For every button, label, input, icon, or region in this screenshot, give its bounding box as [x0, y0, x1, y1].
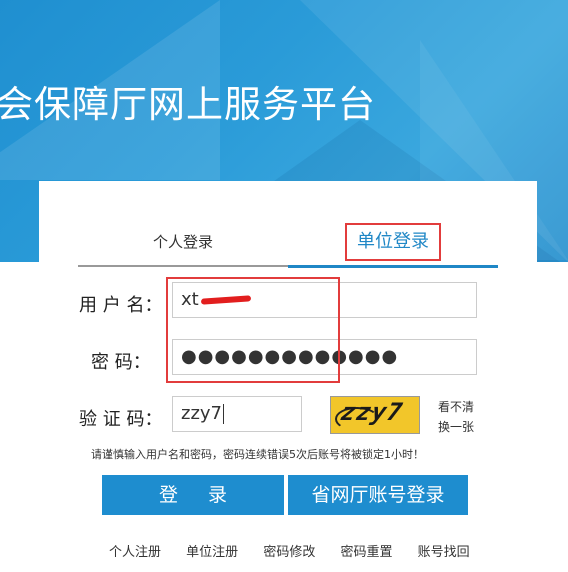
- password-label: 密 码：: [91, 352, 151, 373]
- tab-unit-label: 单位登录: [345, 223, 441, 261]
- tab-personal-login[interactable]: 个人登录: [78, 229, 288, 267]
- username-value: xt: [181, 289, 199, 310]
- captcha-label: 验 证 码：: [79, 409, 163, 430]
- redaction-mark: [200, 295, 251, 305]
- captcha-refresh-link[interactable]: 看不清 换一张: [436, 397, 476, 437]
- link-password-reset[interactable]: 密码重置: [340, 541, 392, 560]
- login-card: 个人登录 单位登录 用 户 名： xt 密 码： ●●●●●●●●●●●●● 验…: [39, 181, 537, 572]
- username-label: 用 户 名：: [79, 295, 163, 316]
- captcha-image-text: zzy7: [338, 398, 406, 426]
- password-value: ●●●●●●●●●●●●●: [181, 346, 399, 367]
- provincial-login-button[interactable]: 省网厅账号登录: [288, 475, 468, 515]
- link-personal-register[interactable]: 个人注册: [109, 541, 161, 560]
- login-button[interactable]: 登 录: [102, 475, 284, 515]
- tab-unit-login[interactable]: 单位登录: [288, 223, 498, 268]
- footer-links: 个人注册 单位注册 密码修改 密码重置 账号找回: [109, 541, 537, 560]
- captcha-value: zzy7: [181, 403, 223, 424]
- username-input[interactable]: xt: [172, 282, 477, 318]
- link-password-change[interactable]: 密码修改: [263, 541, 315, 560]
- login-notice: 请谨慎输入用户名和密码，密码连续错误5次后账号将被锁定1小时！: [91, 448, 424, 461]
- text-cursor: [223, 404, 225, 424]
- link-unit-register[interactable]: 单位注册: [186, 541, 238, 560]
- link-account-recover[interactable]: 账号找回: [418, 541, 470, 560]
- password-input[interactable]: ●●●●●●●●●●●●●: [172, 339, 477, 375]
- captcha-image[interactable]: zzy7: [330, 396, 420, 434]
- refresh-line-2: 换一张: [437, 420, 474, 434]
- site-title: 会保障厅网上服务平台: [0, 83, 376, 126]
- refresh-line-1: 看不清: [437, 400, 474, 414]
- captcha-input[interactable]: zzy7: [172, 396, 302, 432]
